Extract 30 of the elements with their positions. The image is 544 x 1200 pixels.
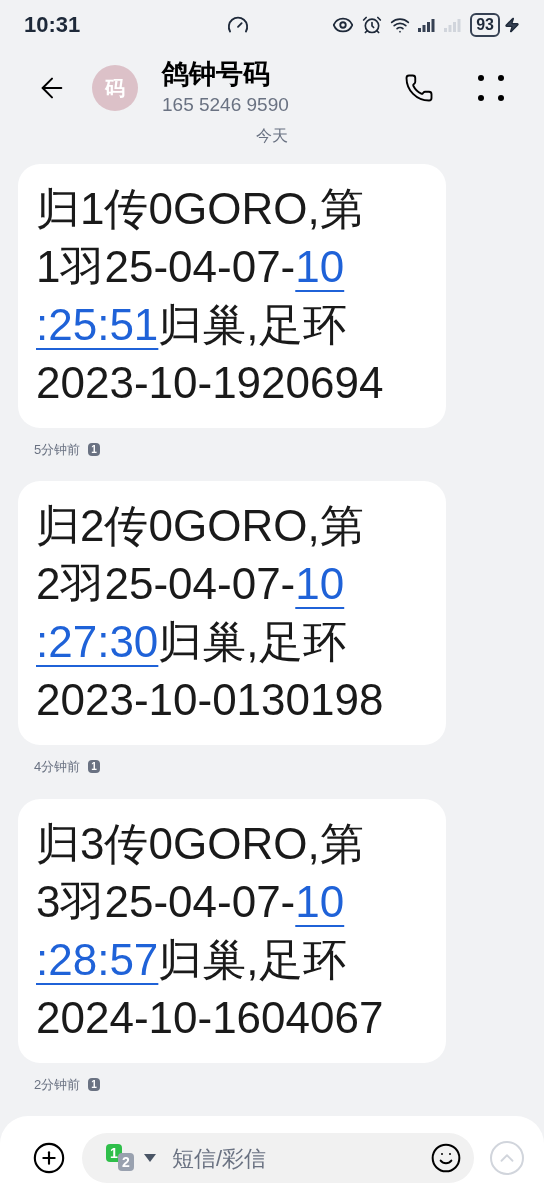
- date-divider: 今天: [256, 125, 288, 146]
- dropdown-caret-icon: [144, 1154, 156, 1162]
- sim-badge: 1: [88, 1077, 100, 1091]
- charging-icon: [504, 16, 520, 33]
- signal-icon: [418, 17, 437, 32]
- message-time: 5分钟前: [34, 440, 81, 459]
- call-button[interactable]: [404, 73, 434, 104]
- time-link[interactable]: 10: [295, 241, 345, 291]
- message-text: 归2传0GORO,第 2羽25-04-07-10 :27:30归巢,足环 2023-10-0130198: [36, 500, 385, 726]
- message-text: 归1传0GORO,第 1羽25-04-07-10 :25:51归巢,足环 2023-10-1920694: [36, 182, 385, 409]
- message-time: 2分钟前: [34, 1075, 81, 1094]
- message-time: 4分钟前: [34, 758, 81, 776]
- emoji-icon[interactable]: [430, 1142, 462, 1174]
- contact-number: 165 5246 9590: [162, 93, 289, 117]
- signal-icon: [444, 17, 463, 32]
- time-link[interactable]: :27:30: [36, 617, 159, 666]
- add-button[interactable]: [32, 1141, 66, 1175]
- sim-badge: 1: [88, 760, 100, 774]
- status-time: 10:31: [24, 11, 81, 39]
- contact-name: 鸽钟号码: [162, 58, 271, 91]
- message-field[interactable]: 短信/彩信: [172, 1141, 422, 1175]
- time-link[interactable]: 10: [295, 559, 345, 608]
- time-link[interactable]: :25:51: [36, 299, 159, 349]
- battery-indicator: 93: [470, 12, 500, 37]
- alarm-icon: [362, 14, 383, 35]
- contact-avatar: 码: [92, 65, 138, 112]
- time-link[interactable]: :28:57: [36, 934, 159, 984]
- sim-badge: 1: [88, 442, 100, 456]
- message-text: 归3传0GORO,第 3羽25-04-07-10 :28:57归巢,足环 2024-10-1604067: [36, 817, 385, 1044]
- time-link[interactable]: 10: [295, 876, 345, 926]
